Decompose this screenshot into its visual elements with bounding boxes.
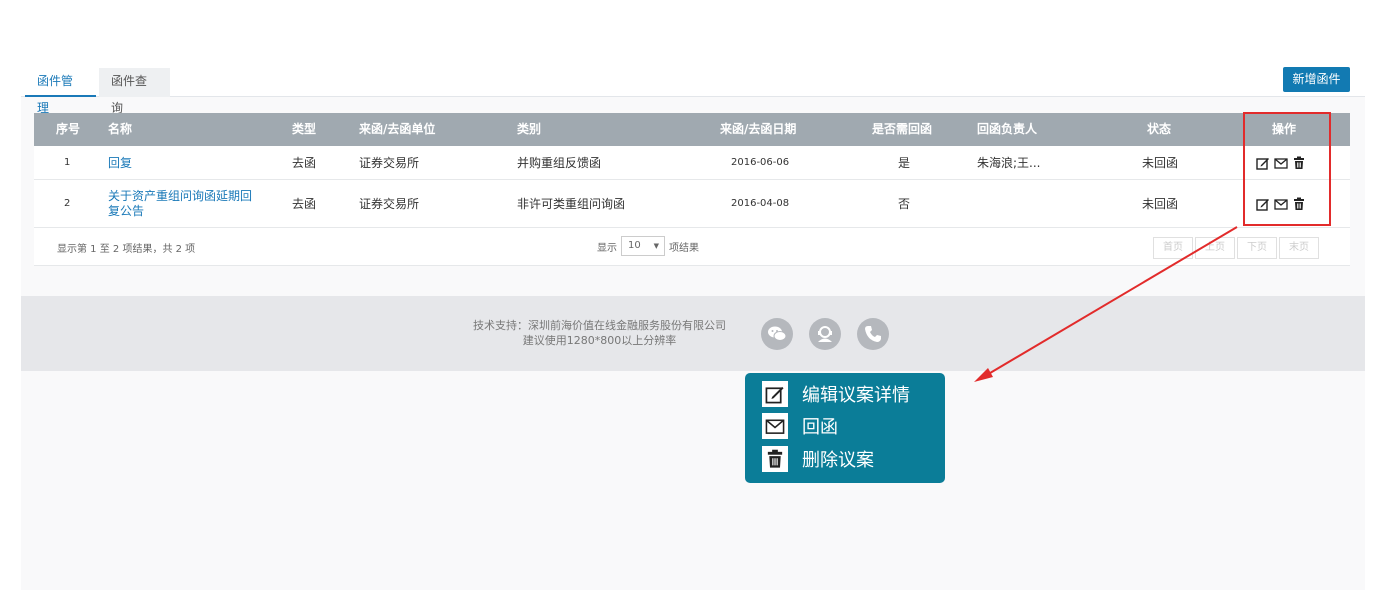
last-page-button[interactable]: 末页 bbox=[1279, 237, 1319, 259]
mail-icon bbox=[762, 413, 788, 439]
legend-label-reply: 回函 bbox=[802, 417, 838, 438]
row-category: 非许可类重组问询函 bbox=[517, 197, 626, 211]
col-header-name: 名称 bbox=[108, 122, 133, 136]
first-page-button[interactable]: 首页 bbox=[1153, 237, 1193, 259]
legend-item-delete: 删除议案 bbox=[762, 446, 874, 472]
page-footer: 技术支持：深圳前海价值在线金融服务股份有限公司 建议使用1280*800以上分辨… bbox=[21, 296, 1365, 371]
support-text: 技术支持：深圳前海价值在线金融服务股份有限公司 建议使用1280*800以上分辨… bbox=[473, 318, 726, 348]
row-type: 去函 bbox=[292, 197, 317, 211]
tab-bar: 函件管理 函件查询 新增函件 bbox=[21, 64, 1365, 115]
col-header-owner: 回函负责人 bbox=[977, 122, 1038, 136]
row-status: 未回函 bbox=[1142, 197, 1179, 211]
page-size-select[interactable]: 10 bbox=[621, 236, 665, 256]
table-header: 序号 名称 类型 来函/去函单位 类别 来函/去函日期 是否需回函 回函负责人 … bbox=[34, 113, 1350, 146]
row-status: 未回函 bbox=[1142, 156, 1179, 170]
legend-item-reply: 回函 bbox=[762, 413, 838, 439]
legend-item-edit: 编辑议案详情 bbox=[762, 381, 910, 407]
row-owner: 朱海浪;王... bbox=[977, 156, 1041, 170]
col-header-status: 状态 bbox=[1147, 122, 1172, 136]
app-container: 函件管理 函件查询 新增函件 序号 名称 类型 来函/去函单位 类别 来函/去函… bbox=[21, 64, 1365, 590]
prev-page-button[interactable]: 上页 bbox=[1195, 237, 1235, 259]
legend-label-edit: 编辑议案详情 bbox=[802, 385, 910, 406]
col-header-date: 来函/去函日期 bbox=[720, 122, 797, 136]
row-no: 1 bbox=[64, 157, 71, 168]
actions-legend-callout: 编辑议案详情 回函 删除议案 bbox=[745, 373, 945, 483]
tab-letter-query[interactable]: 函件查询 bbox=[99, 68, 170, 115]
row-date: 2016-06-06 bbox=[731, 157, 790, 168]
col-header-unit: 来函/去函单位 bbox=[359, 122, 436, 136]
customer-service-icon[interactable] bbox=[809, 318, 841, 350]
actions-highlight-box bbox=[1243, 112, 1331, 226]
table-footer: 显示第 1 至 2 项结果，共 2 项 显示 10 项结果 首页 上页 下页 末… bbox=[34, 228, 1350, 266]
page-size-label: 显示 bbox=[597, 242, 617, 254]
add-letter-button[interactable]: 新增函件 bbox=[1283, 67, 1350, 92]
tab-letter-management[interactable]: 函件管理 bbox=[25, 68, 96, 115]
row-name-link[interactable]: 关于资产重组问询函延期回复公告 bbox=[108, 180, 256, 227]
trash-icon bbox=[762, 446, 788, 472]
support-line-2: 建议使用1280*800以上分辨率 bbox=[522, 334, 677, 347]
page-size-unit: 项结果 bbox=[669, 242, 699, 254]
next-page-button[interactable]: 下页 bbox=[1237, 237, 1277, 259]
phone-icon[interactable] bbox=[857, 318, 889, 350]
table-row: 1 回复 去函 证券交易所 并购重组反馈函 2016-06-06 是 朱海浪;王… bbox=[34, 146, 1350, 180]
wechat-icon[interactable] bbox=[761, 318, 793, 350]
row-type: 去函 bbox=[292, 156, 317, 170]
row-need-reply: 否 bbox=[898, 197, 911, 211]
col-header-type: 类型 bbox=[292, 122, 317, 136]
edit-icon bbox=[762, 381, 788, 407]
row-unit: 证券交易所 bbox=[359, 197, 420, 211]
row-category: 并购重组反馈函 bbox=[517, 156, 602, 170]
row-date: 2016-04-08 bbox=[731, 198, 790, 209]
row-no: 2 bbox=[64, 198, 71, 209]
support-line-1: 技术支持：深圳前海价值在线金融服务股份有限公司 bbox=[473, 319, 726, 332]
row-name-link[interactable]: 回复 bbox=[108, 146, 132, 179]
page-size-control: 显示 10 项结果 bbox=[597, 236, 699, 256]
legend-label-delete: 删除议案 bbox=[802, 450, 874, 471]
row-unit: 证券交易所 bbox=[359, 156, 420, 170]
col-header-category: 类别 bbox=[517, 122, 542, 136]
table-row: 2 关于资产重组问询函延期回复公告 去函 证券交易所 非许可类重组问询函 201… bbox=[34, 180, 1350, 228]
col-header-no: 序号 bbox=[56, 122, 81, 136]
pagination: 首页 上页 下页 末页 bbox=[1153, 237, 1319, 259]
col-header-need-reply: 是否需回函 bbox=[872, 122, 933, 136]
page-size-value: 10 bbox=[628, 240, 641, 251]
result-info: 显示第 1 至 2 项结果，共 2 项 bbox=[57, 244, 196, 255]
row-need-reply: 是 bbox=[898, 156, 911, 170]
